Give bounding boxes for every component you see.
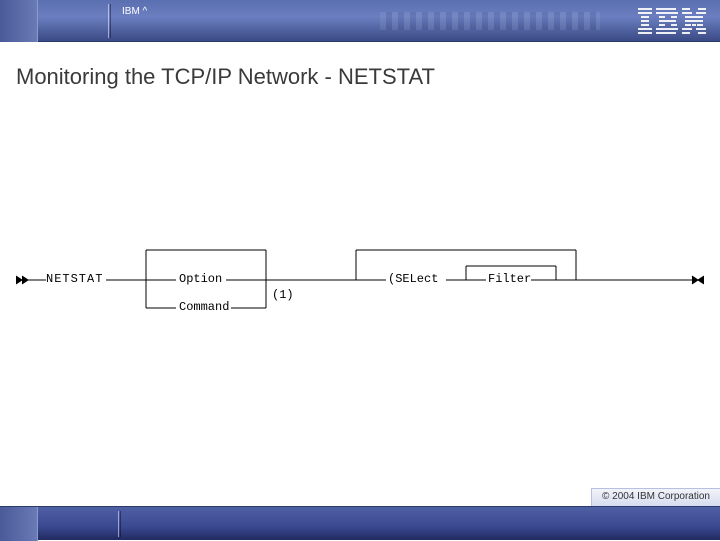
brand-label: IBM ^ xyxy=(122,6,147,17)
footer-divider-shadow xyxy=(120,511,121,537)
header-divider xyxy=(108,4,109,38)
syntax-footnote: (1) xyxy=(272,288,294,302)
ibm-logo xyxy=(638,8,706,34)
syntax-command-branch: Command xyxy=(179,300,229,314)
footer-accent xyxy=(0,507,38,541)
footer-bar xyxy=(0,506,720,540)
header-accent xyxy=(0,0,38,42)
header-divider-shadow xyxy=(110,4,111,38)
page-title: Monitoring the TCP/IP Network - NETSTAT xyxy=(16,64,435,90)
syntax-filter-label: Filter xyxy=(488,272,531,286)
syntax-command-keyword: NETSTAT xyxy=(46,272,103,286)
header-bar: IBM ^ xyxy=(0,0,720,42)
syntax-diagram: NETSTAT Option Command (1) (SELect Filte… xyxy=(16,230,704,340)
footer-divider xyxy=(118,511,119,537)
syntax-select-keyword: (SELect xyxy=(388,272,438,286)
copyright-label: © 2004 IBM Corporation xyxy=(591,488,720,506)
syntax-option-branch: Option xyxy=(179,272,222,286)
header-decoration xyxy=(380,12,600,30)
